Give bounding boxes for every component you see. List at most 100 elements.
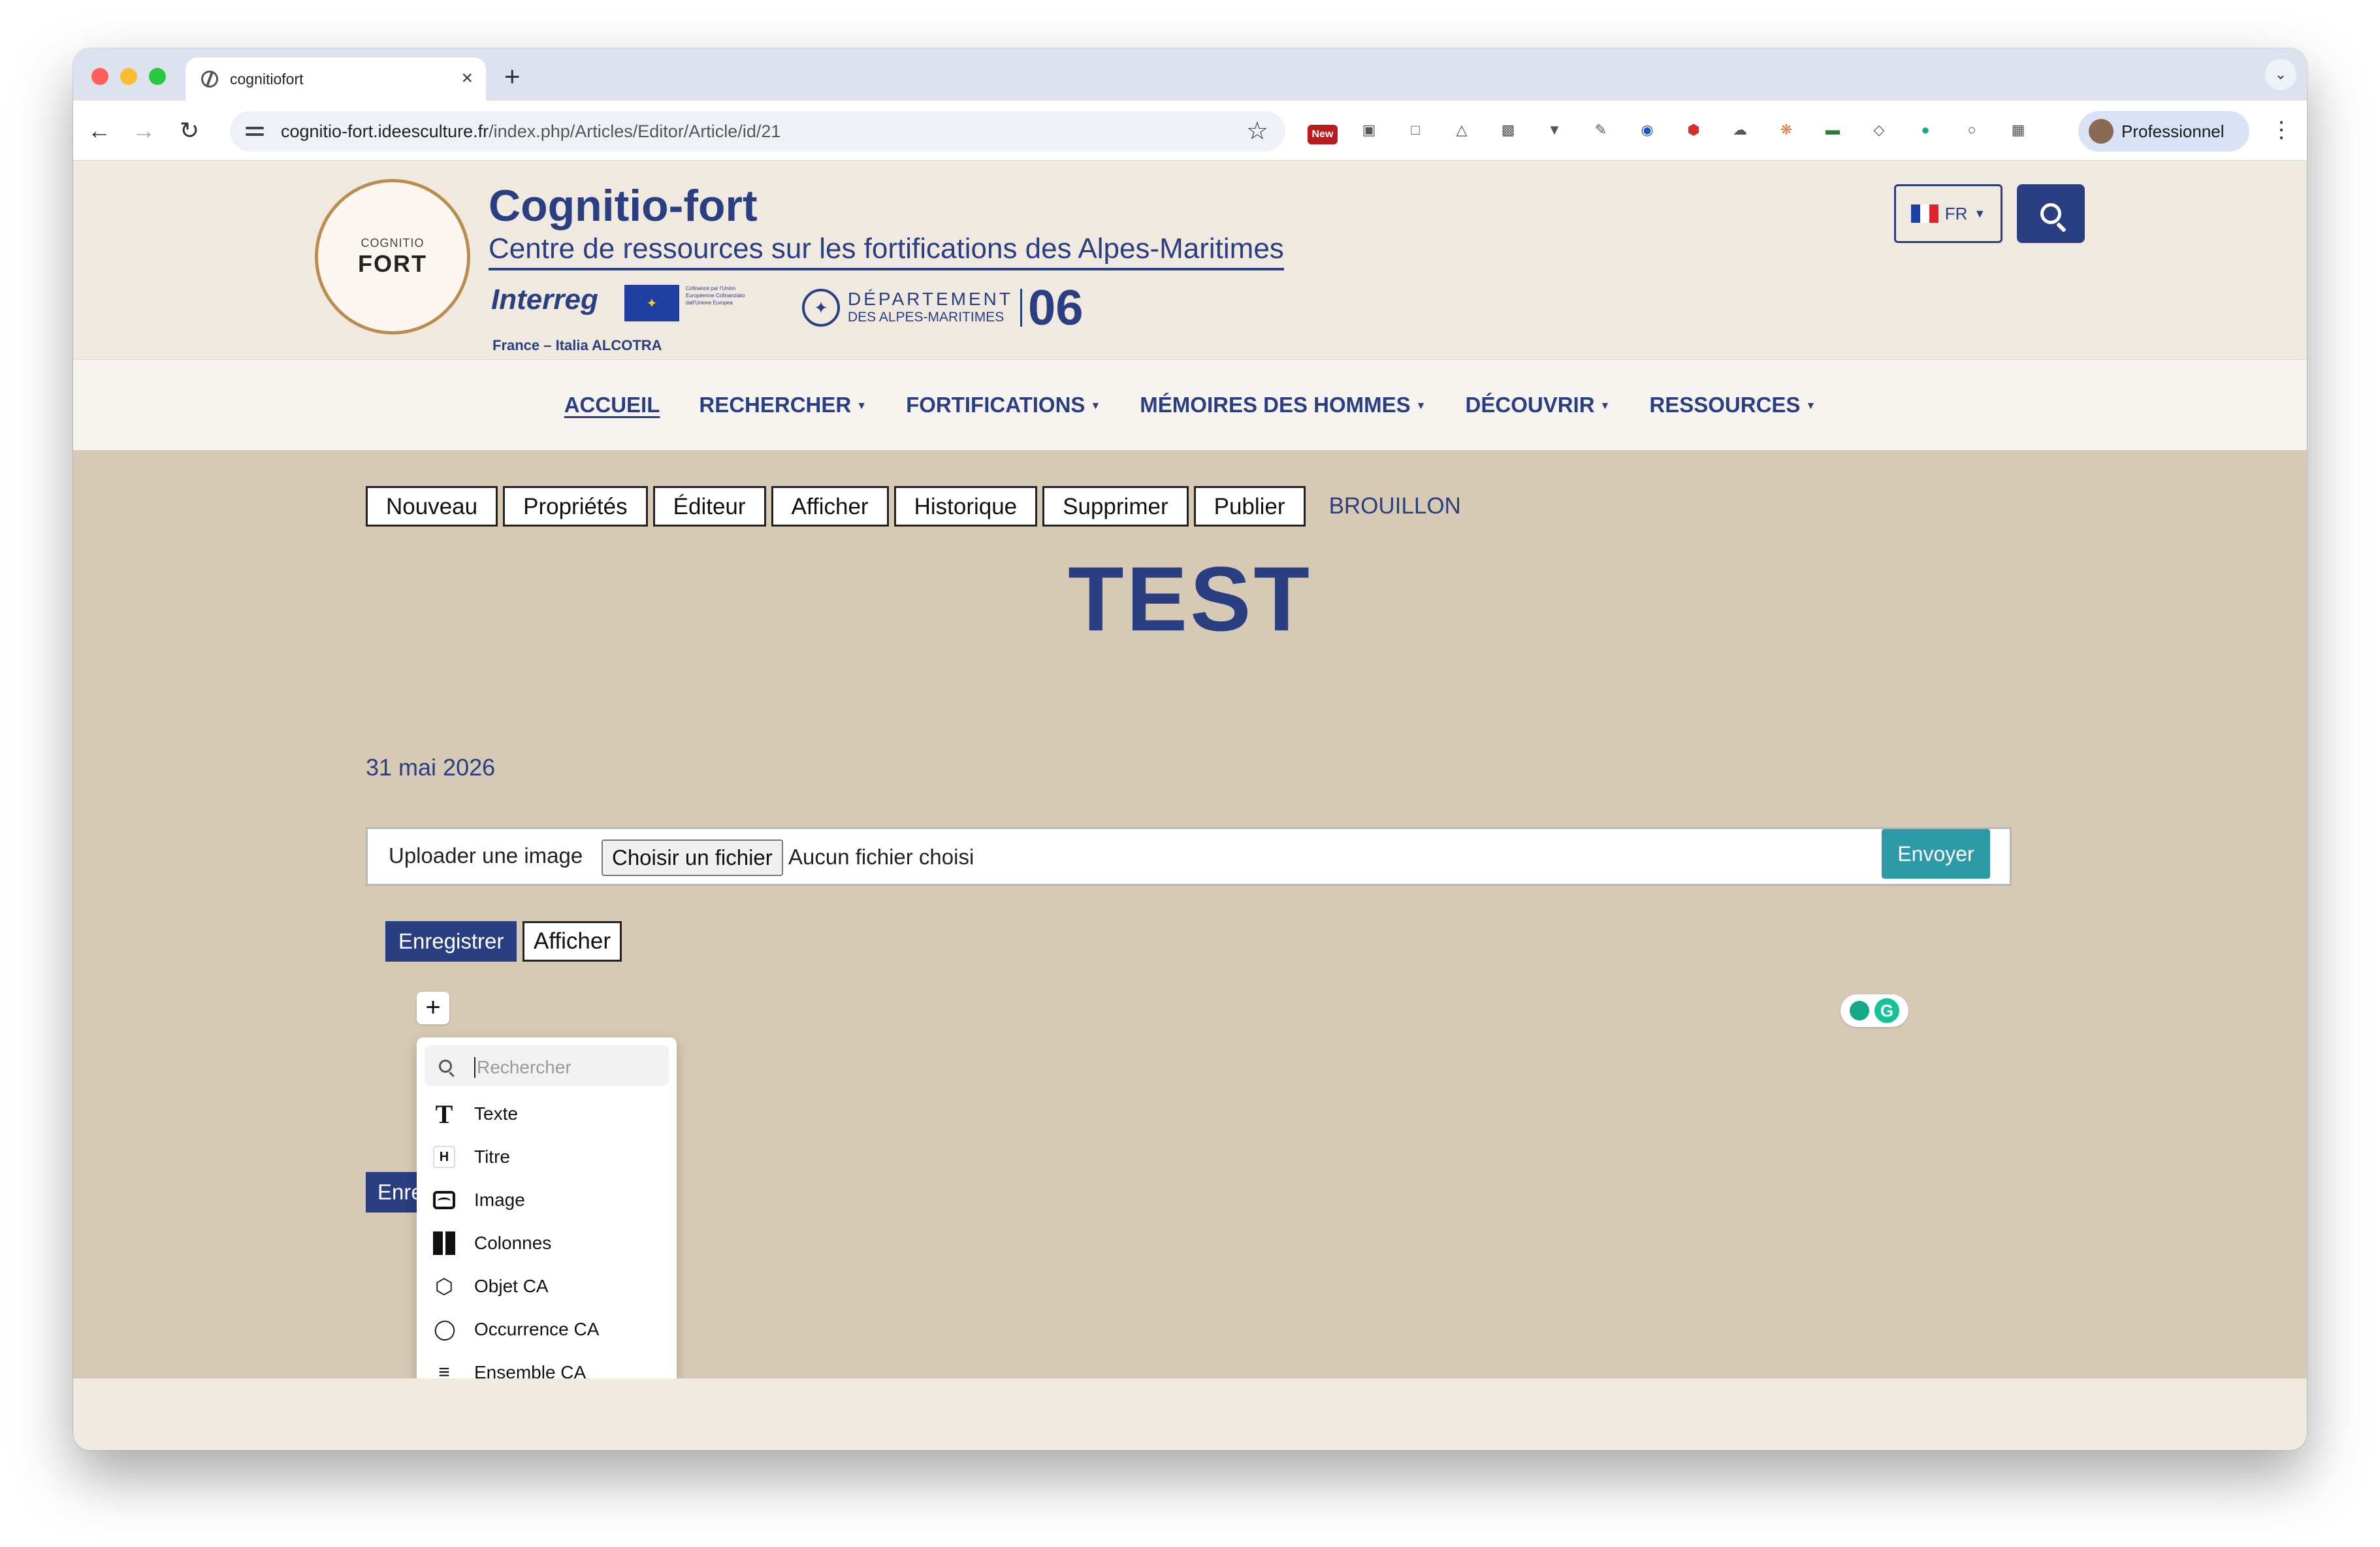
browser-toolbar: ← → ↻ cognitio-fort.ideesculture.fr/inde… bbox=[73, 101, 2307, 161]
avatar bbox=[2089, 119, 2114, 144]
block-item-image[interactable]: Image bbox=[417, 1179, 677, 1222]
back-arrow-icon[interactable]: ← bbox=[85, 116, 114, 145]
close-window-button[interactable] bbox=[91, 68, 108, 85]
nav-item-memoires[interactable]: MÉMOIRES DES HOMMES ▼ bbox=[1140, 393, 1426, 417]
list-item: Titre bbox=[474, 1147, 510, 1167]
image-icon bbox=[433, 1191, 455, 1209]
site-header: COGNITIO FORT Cognitio-fort Centre de re… bbox=[73, 161, 2307, 359]
alcotra-label: France – Italia ALCOTRA bbox=[492, 337, 662, 353]
edit-extension-icon[interactable]: ✎ bbox=[1586, 115, 1616, 145]
password-extension-icon[interactable]: ◉ bbox=[1632, 115, 1662, 145]
status-badge: BROUILLON bbox=[1328, 493, 1461, 519]
burst-extension-icon[interactable]: ❋ bbox=[1771, 115, 1801, 145]
box-extension-icon[interactable]: ▣ bbox=[1354, 115, 1384, 145]
delete-button[interactable]: Supprimer bbox=[1042, 486, 1189, 527]
site-search-button[interactable] bbox=[2017, 184, 2085, 243]
preview-button[interactable]: Afficher bbox=[523, 921, 622, 962]
nav-item-fortifications[interactable]: FORTIFICATIONS ▼ bbox=[906, 393, 1101, 417]
bookmark-star-icon[interactable]: ☆ bbox=[1246, 116, 1268, 146]
block-item-occurrence-ca[interactable]: ◯ Occurrence CA bbox=[417, 1308, 677, 1351]
minimize-window-button[interactable] bbox=[120, 68, 137, 85]
site-title[interactable]: Cognitio-fort bbox=[489, 180, 758, 231]
save-button[interactable]: Enregistrer bbox=[385, 921, 517, 962]
photo-extension-icon[interactable]: ▩ bbox=[1493, 115, 1523, 145]
nav-item-decouvrir[interactable]: DÉCOUVRIR ▼ bbox=[1466, 393, 1611, 417]
upload-label: Uploader une image bbox=[389, 843, 583, 868]
nav-item-ressources[interactable]: RESSOURCES ▼ bbox=[1649, 393, 1816, 417]
caret-down-icon: ▼ bbox=[1415, 400, 1426, 412]
search-icon bbox=[439, 1060, 452, 1073]
new-tab-button[interactable]: + bbox=[504, 60, 521, 93]
add-block-button[interactable]: + bbox=[417, 992, 449, 1024]
block-item-colonnes[interactable]: Colonnes bbox=[417, 1222, 677, 1265]
main-navigation: ACCUEIL RECHERCHER ▼ FORTIFICATIONS ▼ MÉMO… bbox=[73, 359, 2307, 451]
site-logo[interactable]: COGNITIO FORT bbox=[315, 179, 470, 334]
flask-extension-icon[interactable]: △ bbox=[1447, 115, 1477, 145]
profile-button[interactable]: Professionnel bbox=[2078, 111, 2249, 152]
nav-item-rechercher[interactable]: RECHERCHER ▼ bbox=[699, 393, 867, 417]
browser-menu-icon[interactable]: ⋮ bbox=[2270, 114, 2292, 146]
page-title: TEST bbox=[1068, 547, 1312, 650]
eu-flag-icon: ✦ bbox=[624, 285, 679, 321]
department-emblem-icon: ✦ bbox=[802, 289, 840, 327]
block-search-placeholder[interactable]: Rechercher bbox=[474, 1057, 571, 1078]
view-button[interactable]: Afficher bbox=[771, 486, 889, 527]
caret-down-icon: ▼ bbox=[1974, 206, 1986, 220]
grammarly-icon[interactable]: G bbox=[1874, 998, 1899, 1023]
history-button[interactable]: Historique bbox=[893, 486, 1038, 527]
list-item: Occurrence CA bbox=[474, 1319, 600, 1339]
brain-extension-icon[interactable]: ○ bbox=[1957, 115, 1987, 145]
block-item-titre[interactable]: H Titre bbox=[417, 1135, 677, 1179]
send-button[interactable]: Envoyer bbox=[1882, 829, 1990, 879]
language-select[interactable]: FR ▼ bbox=[1894, 184, 2002, 243]
image-upload-bar: Uploader une image Choisir un fichier Au… bbox=[366, 827, 2012, 886]
maximize-window-button[interactable] bbox=[149, 68, 166, 85]
search-icon bbox=[2040, 203, 2061, 224]
new-badge-extension-icon[interactable]: New bbox=[1308, 125, 1338, 144]
nav-item-accueil[interactable]: ACCUEIL bbox=[564, 393, 660, 417]
tab-close-icon[interactable]: × bbox=[461, 67, 473, 90]
block-item-objet-ca[interactable]: ⬡ Objet CA bbox=[417, 1265, 677, 1308]
department-label: DÉPARTEMENT bbox=[848, 289, 1013, 309]
shield-extension-icon[interactable]: ◇ bbox=[1864, 115, 1894, 145]
caret-down-icon: ▼ bbox=[1805, 400, 1816, 412]
interreg-logo: Interreg bbox=[491, 284, 598, 316]
cloud-extension-icon[interactable]: ☁ bbox=[1725, 115, 1755, 145]
document-extension-icon[interactable]: □ bbox=[1400, 115, 1430, 145]
block-search-input[interactable]: Rechercher bbox=[425, 1045, 669, 1086]
reload-icon[interactable]: ↻ bbox=[175, 116, 204, 145]
cube-icon: ⬡ bbox=[435, 1275, 453, 1298]
list-item: Colonnes bbox=[474, 1233, 552, 1253]
v-extension-icon[interactable]: ▼ bbox=[1539, 115, 1569, 145]
logo-small-text: COGNITIO bbox=[361, 236, 425, 250]
globe-icon bbox=[201, 71, 218, 88]
main-content: Nouveau Propriétés Éditeur Afficher Hist… bbox=[73, 451, 2307, 1389]
tab-search-chevron-icon[interactable]: ⌄ bbox=[2265, 59, 2296, 90]
properties-button[interactable]: Propriétés bbox=[503, 486, 648, 527]
site-info-icon[interactable] bbox=[244, 122, 266, 141]
choose-file-button[interactable]: Choisir un fichier bbox=[602, 839, 783, 876]
puzzle-extensions-icon[interactable]: ▦ bbox=[2003, 115, 2033, 145]
publish-button[interactable]: Publier bbox=[1193, 486, 1306, 527]
department-sublabel: DES ALPES-MARITIMES bbox=[848, 310, 1005, 325]
card-extension-icon[interactable]: ▬ bbox=[1818, 115, 1848, 145]
adblock-extension-icon[interactable]: ⬢ bbox=[1679, 115, 1709, 145]
editor-button[interactable]: Éditeur bbox=[652, 486, 766, 527]
department-divider bbox=[1020, 289, 1022, 327]
browser-tab[interactable]: cognitiofort × bbox=[185, 57, 486, 101]
forward-arrow-icon[interactable]: → bbox=[129, 116, 158, 145]
list-item: Image bbox=[474, 1190, 525, 1210]
logo-big-text: FORT bbox=[358, 250, 427, 277]
heading-icon: H bbox=[433, 1146, 455, 1168]
block-item-texte[interactable]: T Texte bbox=[417, 1092, 677, 1135]
new-button[interactable]: Nouveau bbox=[366, 486, 498, 527]
columns-icon bbox=[433, 1231, 455, 1255]
article-action-bar: Nouveau Propriétés Éditeur Afficher Hist… bbox=[366, 486, 1461, 527]
url-text[interactable]: cognitio-fort.ideesculture.fr/index.php/… bbox=[281, 122, 780, 142]
caret-down-icon: ▼ bbox=[856, 400, 867, 412]
caret-down-icon: ▼ bbox=[1600, 400, 1611, 412]
grammarly-extension-icon[interactable]: ● bbox=[1910, 115, 1940, 145]
grammarly-widget[interactable]: G bbox=[1841, 994, 1908, 1027]
lightbulb-icon[interactable] bbox=[1850, 1001, 1869, 1020]
address-bar[interactable]: cognitio-fort.ideesculture.fr/index.php/… bbox=[230, 111, 1285, 152]
